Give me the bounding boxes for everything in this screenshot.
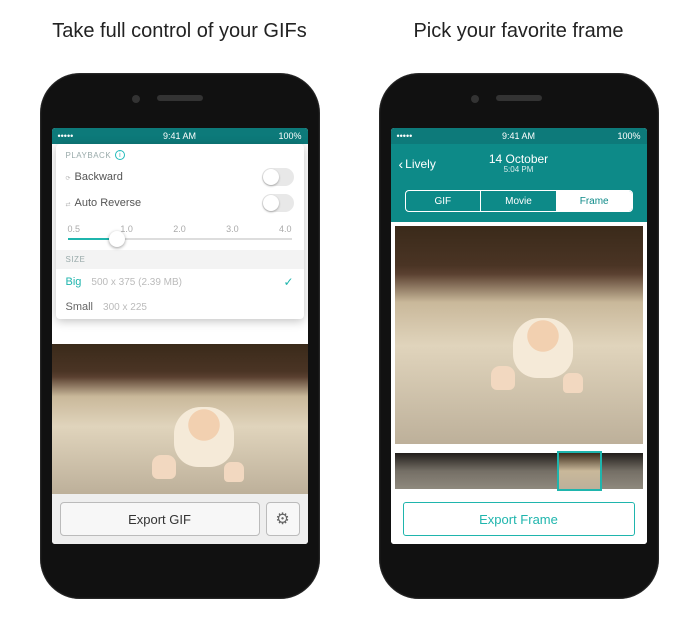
- filmstrip-thumb-selected[interactable]: [557, 451, 602, 491]
- size-name: Big: [66, 276, 82, 288]
- segment-frame[interactable]: Frame: [557, 191, 632, 211]
- status-bar: ••••• 9:41 AM 100%: [52, 128, 308, 144]
- chevron-left-icon: ‹: [399, 156, 404, 172]
- size-option-small[interactable]: Small 300 x 225: [56, 295, 304, 319]
- mini-graph-icon: ⇄: [66, 202, 71, 208]
- back-button[interactable]: ‹ Lively: [399, 156, 436, 172]
- phone-frame-right: ••••• 9:41 AM 100% ‹ Lively 14 October 5…: [379, 73, 659, 599]
- frame-photo[interactable]: [395, 226, 643, 444]
- headline-left: Take full control of your GIFs: [52, 20, 307, 43]
- size-name: Small: [66, 301, 94, 313]
- status-time: 9:41 AM: [502, 131, 535, 141]
- filmstrip-thumb[interactable]: [602, 453, 643, 489]
- size-dimensions: 500 x 375 (2.39 MB): [91, 277, 182, 288]
- export-toolbar: Export GIF ⚙: [52, 494, 308, 544]
- filmstrip-thumb[interactable]: [435, 453, 476, 489]
- mode-segmented-control[interactable]: GIF Movie Frame: [405, 190, 633, 212]
- checkmark-icon: ✓: [283, 275, 293, 289]
- size-section-header: SIZE: [56, 250, 304, 269]
- toggle-switch[interactable]: [262, 168, 294, 186]
- settings-button[interactable]: ⚙: [266, 502, 300, 536]
- status-time: 9:41 AM: [163, 131, 196, 141]
- speed-marks: 0.5 1.0 2.0 3.0 4.0: [56, 216, 304, 236]
- toggle-switch[interactable]: [262, 194, 294, 212]
- filmstrip-thumb[interactable]: [476, 453, 517, 489]
- status-bar: ••••• 9:41 AM 100%: [391, 128, 647, 144]
- export-frame-button[interactable]: Export Frame: [403, 502, 635, 536]
- headline-right: Pick your favorite frame: [413, 20, 623, 43]
- size-dimensions: 300 x 225: [103, 302, 147, 313]
- toggle-label: Auto Reverse: [75, 197, 142, 209]
- segment-movie[interactable]: Movie: [481, 191, 557, 211]
- speed-mark: 2.0: [173, 224, 186, 234]
- battery-label: 100%: [617, 131, 640, 141]
- toggle-auto-reverse-row[interactable]: ⇄ Auto Reverse: [56, 190, 304, 216]
- toggle-backward-row[interactable]: ⟳ Backward: [56, 164, 304, 190]
- export-gif-button[interactable]: Export GIF: [60, 502, 260, 536]
- carrier-dots: •••••: [58, 131, 74, 141]
- phone-frame-left: ••••• 9:41 AM 100% PLAYBACK i ⟳ Backward …: [40, 73, 320, 599]
- speed-mark: 4.0: [279, 224, 292, 234]
- gear-icon: ⚙: [275, 509, 289, 529]
- preview-photo: [52, 344, 308, 494]
- slider-knob[interactable]: [109, 231, 125, 247]
- battery-label: 100%: [278, 131, 301, 141]
- playback-section-header: PLAYBACK i: [56, 144, 304, 164]
- filmstrip-thumb[interactable]: [517, 453, 558, 489]
- frame-filmstrip[interactable]: [391, 448, 647, 494]
- mini-graph-icon: ⟳: [66, 176, 71, 182]
- segment-gif[interactable]: GIF: [406, 191, 482, 211]
- speed-mark: 0.5: [68, 224, 81, 234]
- speed-slider[interactable]: [68, 238, 292, 240]
- filmstrip-thumb[interactable]: [395, 453, 436, 489]
- nav-subtitle: 5:04 PM: [489, 166, 548, 175]
- playback-settings-panel: PLAYBACK i ⟳ Backward ⇄ Auto Reverse 0.5 1…: [56, 144, 304, 319]
- back-label: Lively: [405, 157, 436, 171]
- carrier-dots: •••••: [397, 131, 413, 141]
- info-icon[interactable]: i: [115, 150, 125, 160]
- nav-bar: ‹ Lively 14 October 5:04 PM: [391, 144, 647, 184]
- size-option-big[interactable]: Big 500 x 375 (2.39 MB) ✓: [56, 269, 304, 295]
- playback-header-label: PLAYBACK: [66, 151, 112, 160]
- speed-mark: 3.0: [226, 224, 239, 234]
- toggle-label: Backward: [75, 171, 123, 183]
